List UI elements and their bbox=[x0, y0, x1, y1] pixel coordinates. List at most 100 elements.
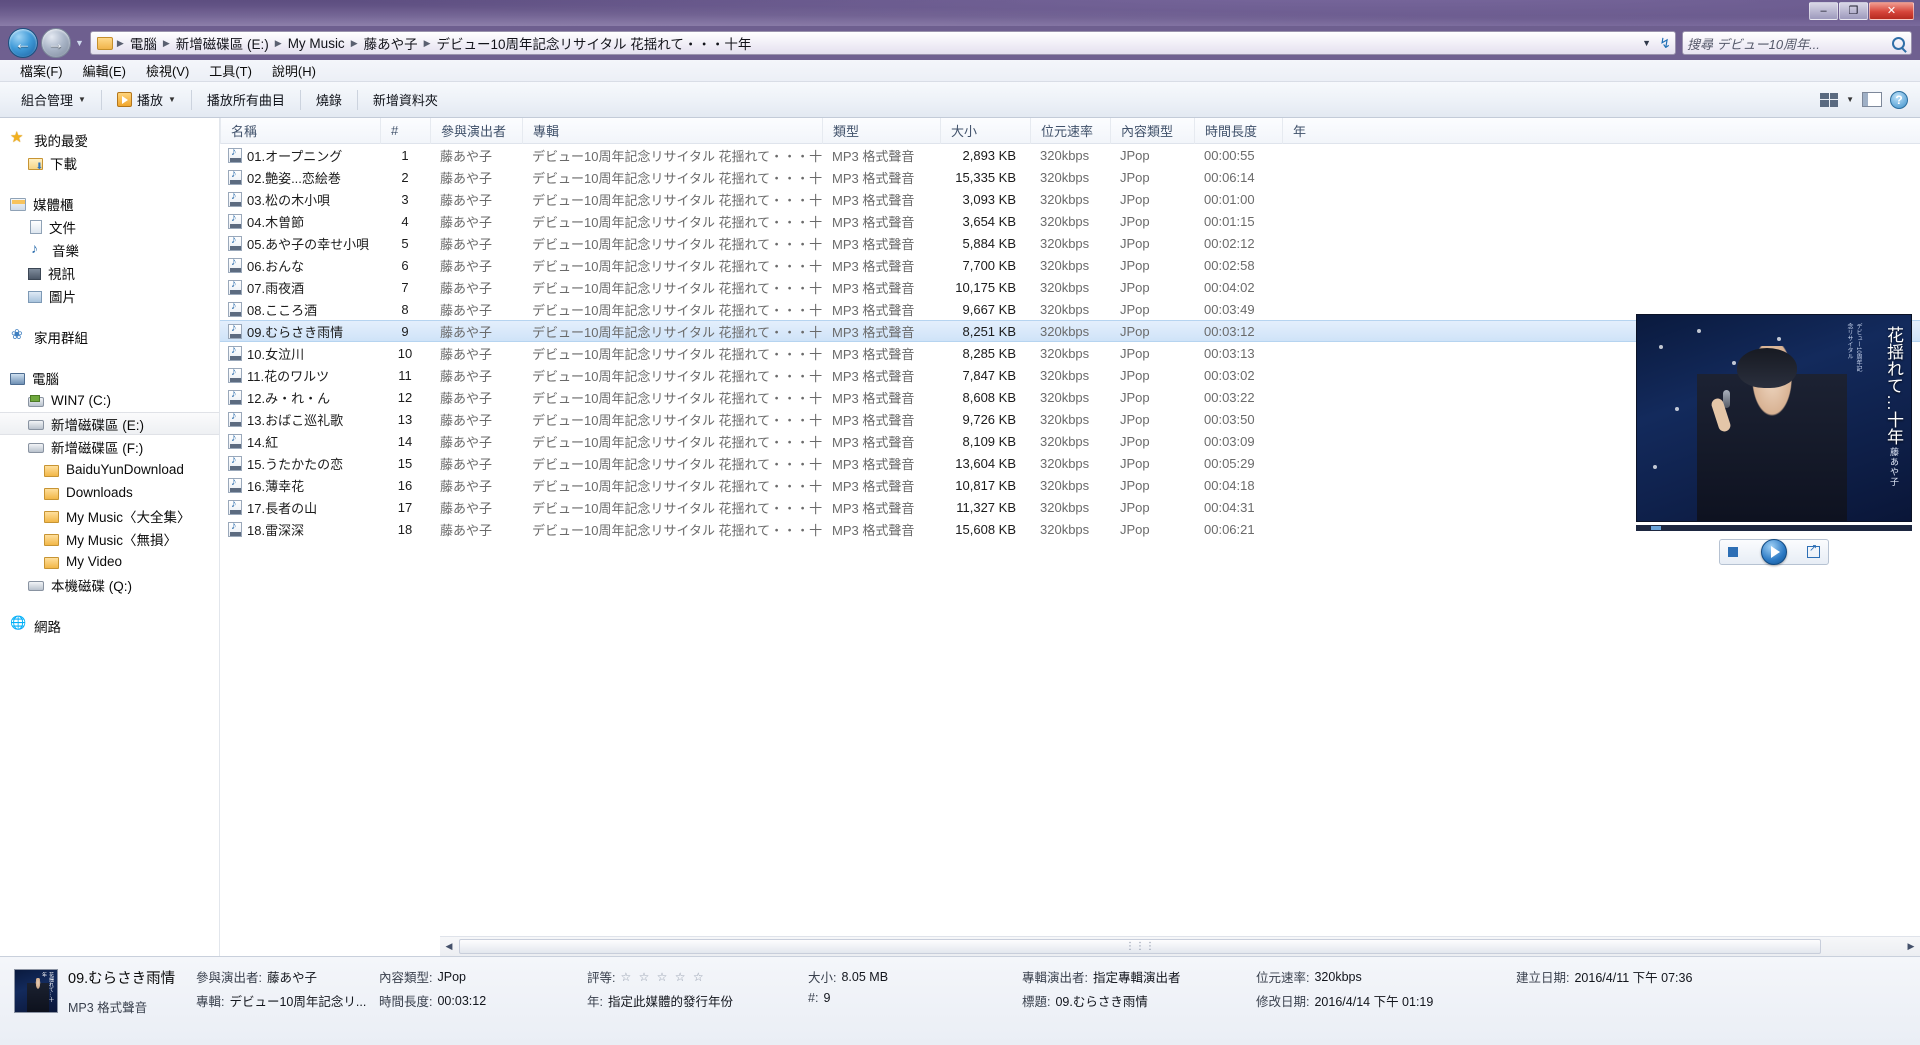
album-art-artist: 藤あや子 bbox=[1889, 447, 1899, 487]
sidebar-item-documents[interactable]: 文件 bbox=[0, 215, 219, 238]
scroll-right-button[interactable]: ▶ bbox=[1902, 938, 1920, 956]
table-row[interactable]: 01.オープニング 1 藤あや子 デビュー10周年記念リサイタル 花揺れて・・・十年 M… bbox=[220, 144, 1920, 166]
details-value[interactable]: 指定專輯演出者 bbox=[1093, 967, 1181, 986]
mp3-file-icon bbox=[228, 520, 242, 537]
details-value[interactable]: 藤あや子 bbox=[267, 967, 317, 986]
column-header-album[interactable]: 專輯 bbox=[522, 118, 822, 144]
sidebar-label: 本機磁碟 (Q:) bbox=[51, 578, 132, 594]
breadcrumb-item-computer[interactable]: 電腦 bbox=[125, 31, 162, 55]
column-header-label: 內容類型 bbox=[1121, 124, 1174, 139]
mp3-file-icon bbox=[228, 212, 242, 229]
expand-button[interactable] bbox=[1807, 543, 1820, 558]
breadcrumb-item-album[interactable]: デビュー10周年記念リサイタル 花揺れて・・・十年 bbox=[432, 31, 757, 55]
sidebar-item-drive-f[interactable]: 新增磁碟區 (F:) bbox=[0, 435, 219, 458]
forward-button[interactable]: → bbox=[41, 28, 71, 58]
details-value[interactable]: 09.むらさき雨情 bbox=[1055, 991, 1147, 1010]
cell-album: デビュー10周年記念リサイタル 花揺れて・・・十年 bbox=[532, 456, 822, 472]
sidebar-item-drive-e[interactable]: 新增磁碟區 (E:) bbox=[0, 412, 219, 435]
menu-item-file[interactable]: 檔案(F) bbox=[10, 60, 73, 81]
back-button[interactable]: ← bbox=[8, 28, 38, 58]
sidebar-item-network[interactable]: 網路 bbox=[0, 614, 219, 637]
cell-type: MP3 格式聲音 bbox=[832, 456, 915, 472]
minimize-button[interactable]: – bbox=[1809, 2, 1838, 20]
column-header-name[interactable]: 名稱 bbox=[220, 118, 380, 144]
scrollbar-thumb[interactable]: ⋮⋮⋮ bbox=[459, 939, 1821, 954]
cell-artist: 藤あや子 bbox=[440, 522, 493, 538]
column-header-duration[interactable]: 時間長度 bbox=[1194, 118, 1282, 144]
sidebar-item-my-music-full[interactable]: My Music〈大全集〉 bbox=[0, 504, 219, 527]
menu-item-view[interactable]: 檢視(V) bbox=[136, 60, 199, 81]
column-header-bitrate[interactable]: 位元速率 bbox=[1030, 118, 1110, 144]
details-value[interactable]: 9 bbox=[823, 991, 830, 1005]
column-header-track[interactable]: # bbox=[380, 118, 430, 144]
column-header-size[interactable]: 大小 bbox=[940, 118, 1030, 144]
details-value[interactable]: JPop bbox=[437, 970, 466, 984]
column-header-contenttype[interactable]: 內容類型 bbox=[1110, 118, 1194, 144]
sidebar-item-my-video[interactable]: My Video bbox=[0, 550, 219, 573]
playback-seek-bar[interactable] bbox=[1636, 525, 1912, 531]
sidebar-item-computer[interactable]: 電腦 bbox=[0, 366, 219, 389]
table-row[interactable]: 03.松の木小唄 3 藤あや子 デビュー10周年記念リサイタル 花揺れて・・・十年 MP… bbox=[220, 188, 1920, 210]
breadcrumb-address-box[interactable]: ▶ 電腦 ▶ 新增磁碟區 (E:) ▶ My Music ▶ 藤あや子 ▶ デビ… bbox=[89, 31, 1676, 55]
cell-contenttype: JPop bbox=[1120, 477, 1150, 493]
details-value[interactable]: 00:03:12 bbox=[437, 994, 486, 1008]
refresh-icon[interactable]: ↯ bbox=[1659, 32, 1671, 54]
breadcrumb-item-artist[interactable]: 藤あや子 bbox=[359, 31, 423, 55]
play-button[interactable]: 播放 ▼ bbox=[108, 87, 185, 112]
table-row[interactable]: 06.おんな 6 藤あや子 デビュー10周年記念リサイタル 花揺れて・・・十年 MP3 … bbox=[220, 254, 1920, 276]
table-row[interactable]: 07.雨夜酒 7 藤あや子 デビュー10周年記念リサイタル 花揺れて・・・十年 MP3 … bbox=[220, 276, 1920, 298]
sidebar-item-drive-q[interactable]: 本機磁碟 (Q:) bbox=[0, 573, 219, 596]
search-input[interactable]: 搜尋 デビュー10周年... bbox=[1687, 34, 1892, 53]
column-header-year[interactable]: 年 bbox=[1282, 118, 1342, 144]
details-label: 內容類型: bbox=[379, 971, 433, 985]
table-row[interactable]: 05.あや子の幸せ小唄 5 藤あや子 デビュー10周年記念リサイタル 花揺れて・・・十… bbox=[220, 232, 1920, 254]
column-header-artist[interactable]: 參與演出者 bbox=[430, 118, 522, 144]
sidebar-item-videos[interactable]: 視訊 bbox=[0, 261, 219, 284]
chevron-down-icon[interactable]: ▼ bbox=[1846, 95, 1854, 104]
cell-duration: 00:03:12 bbox=[1204, 323, 1255, 339]
preview-pane-icon[interactable] bbox=[1862, 92, 1882, 107]
details-value[interactable]: 指定此媒體的發行年份 bbox=[608, 991, 733, 1010]
mp3-file-icon bbox=[228, 344, 242, 361]
sidebar-item-homegroup[interactable]: 家用群組 bbox=[0, 325, 219, 348]
sidebar-item-baiduyundownload[interactable]: BaiduYunDownload bbox=[0, 458, 219, 481]
burn-button[interactable]: 燒錄 bbox=[307, 87, 351, 112]
scroll-left-button[interactable]: ◀ bbox=[440, 938, 458, 956]
history-dropdown-icon[interactable]: ▼ bbox=[75, 38, 84, 48]
help-icon[interactable]: ? bbox=[1890, 90, 1908, 109]
maximize-button[interactable]: ❐ bbox=[1839, 2, 1868, 20]
details-value[interactable]: デビュー10周年記念リ... bbox=[229, 991, 366, 1010]
menu-item-edit[interactable]: 編輯(E) bbox=[73, 60, 136, 81]
breadcrumb-item-my-music[interactable]: My Music bbox=[283, 34, 350, 53]
close-button[interactable]: ✕ bbox=[1869, 2, 1914, 20]
horizontal-scrollbar[interactable]: ◀ ⋮⋮⋮ ▶ bbox=[440, 936, 1920, 956]
cell-duration: 00:03:02 bbox=[1204, 367, 1255, 383]
sidebar-item-music[interactable]: 音樂 bbox=[0, 238, 219, 261]
play-all-button[interactable]: 播放所有曲目 bbox=[198, 87, 294, 112]
sidebar-item-pictures[interactable]: 圖片 bbox=[0, 284, 219, 307]
sidebar-item-libraries[interactable]: 媒體櫃 bbox=[0, 192, 219, 215]
table-row[interactable]: 04.木曽節 4 藤あや子 デビュー10周年記念リサイタル 花揺れて・・・十年 MP3 … bbox=[220, 210, 1920, 232]
search-box[interactable]: 搜尋 デビュー10周年... bbox=[1682, 31, 1912, 55]
stop-button[interactable] bbox=[1728, 547, 1738, 557]
sidebar-item-downloads-f[interactable]: Downloads bbox=[0, 481, 219, 504]
cell-name: 18.雷深深 bbox=[247, 522, 305, 538]
column-header-label: 專輯 bbox=[533, 124, 560, 139]
sidebar-item-favorites[interactable]: 我的最愛 bbox=[0, 128, 219, 151]
column-header-type[interactable]: 類型 bbox=[822, 118, 940, 144]
new-folder-button[interactable]: 新增資料夾 bbox=[364, 87, 447, 112]
organize-button[interactable]: 組合管理 ▼ bbox=[12, 87, 95, 112]
change-view-icon[interactable] bbox=[1820, 92, 1839, 107]
breadcrumb-item-drive-e[interactable]: 新增磁碟區 (E:) bbox=[171, 31, 274, 55]
menu-item-tools[interactable]: 工具(T) bbox=[199, 60, 262, 81]
sidebar-item-my-music-lossless[interactable]: My Music〈無損〉 bbox=[0, 527, 219, 550]
sidebar-item-downloads[interactable]: 下載 bbox=[0, 151, 219, 174]
rating-stars[interactable]: ☆ ☆ ☆ ☆ ☆ bbox=[620, 970, 705, 984]
sidebar-item-drive-c[interactable]: WIN7 (C:) bbox=[0, 389, 219, 412]
cell-duration: 00:01:00 bbox=[1204, 191, 1255, 207]
menu-item-help[interactable]: 說明(H) bbox=[262, 60, 326, 81]
play-button[interactable] bbox=[1761, 539, 1787, 565]
chevron-down-icon[interactable]: ▼ bbox=[1642, 32, 1651, 54]
table-row[interactable]: 02.艶姿...恋絵巻 2 藤あや子 デビュー10周年記念リサイタル 花揺れて・・・十… bbox=[220, 166, 1920, 188]
cell-name: 13.おばこ巡礼歌 bbox=[247, 412, 344, 428]
